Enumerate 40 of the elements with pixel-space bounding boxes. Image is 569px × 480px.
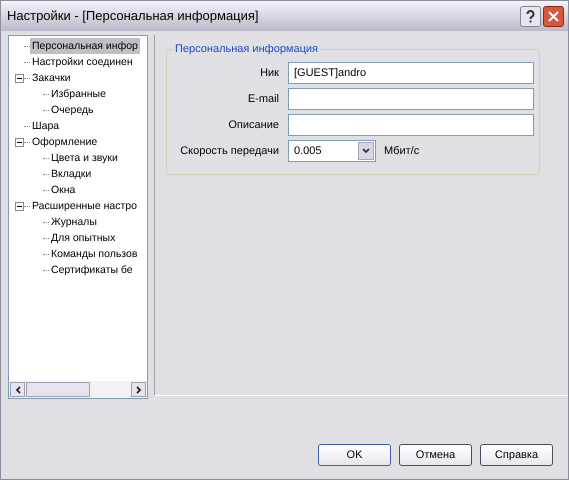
- help-button[interactable]: [520, 6, 541, 26]
- tree-item[interactable]: Расширенные настро: [30, 198, 139, 214]
- scroll-left-icon[interactable]: [10, 382, 25, 397]
- tree-item[interactable]: Персональная инфор: [30, 38, 140, 54]
- tree-item[interactable]: Вкладки: [49, 166, 94, 182]
- scroll-thumb[interactable]: [26, 382, 90, 397]
- collapse-toggle-icon[interactable]: [15, 138, 24, 146]
- field-label: Описание: [227, 118, 280, 133]
- tree-item[interactable]: Оформление: [30, 134, 100, 150]
- collapse-toggle-icon[interactable]: [15, 74, 24, 82]
- tree-item[interactable]: Закачки: [30, 70, 73, 86]
- scroll-right-icon[interactable]: [131, 382, 146, 397]
- group-title: Персональная информация: [173, 43, 320, 56]
- window-title: Настройки - [Персональная информация]: [7, 7, 260, 26]
- dialog-button[interactable]: Справка: [480, 444, 553, 466]
- text-input-field[interactable]: [288, 88, 534, 110]
- text-input-field[interactable]: [GUEST]andro: [288, 62, 534, 84]
- tree-item[interactable]: Шара: [30, 118, 62, 134]
- question-mark-icon: [526, 10, 535, 22]
- field-label: E-mail: [246, 92, 280, 107]
- horizontal-scrollbar[interactable]: [9, 381, 147, 398]
- tree-item[interactable]: Окна: [49, 182, 78, 198]
- close-icon: [548, 10, 559, 22]
- dialog-button[interactable]: Отмена: [399, 444, 472, 466]
- dialog-button[interactable]: OK: [318, 444, 391, 466]
- tree-item[interactable]: Цвета и звуки: [49, 150, 120, 166]
- close-button[interactable]: [543, 6, 564, 26]
- tree-item[interactable]: Журналы: [49, 214, 99, 230]
- tree-item[interactable]: Для опытных: [49, 230, 118, 246]
- unit-label: Мбит/с: [384, 144, 420, 159]
- tree-item[interactable]: Команды пользов: [49, 246, 140, 262]
- speed-combo-box[interactable]: 0.005: [288, 140, 376, 162]
- text-input-field[interactable]: [288, 114, 534, 136]
- field-label: Ник: [259, 66, 280, 81]
- tree-item[interactable]: Настройки соединен: [30, 54, 135, 70]
- tree-item[interactable]: Избранные: [49, 86, 108, 102]
- collapse-toggle-icon[interactable]: [15, 202, 24, 210]
- tree-item[interactable]: Сертификаты бе: [49, 262, 135, 278]
- tree-item[interactable]: Очередь: [49, 102, 96, 118]
- field-label: Скорость передачи: [179, 144, 280, 159]
